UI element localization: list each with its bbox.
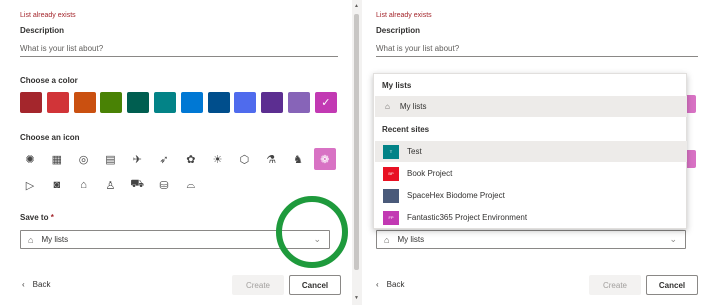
description-label: Description bbox=[376, 26, 421, 35]
color-swatch[interactable] bbox=[73, 92, 96, 113]
recent-sites-header: Recent sites bbox=[382, 125, 430, 134]
car-icon[interactable]: ⛟ bbox=[126, 174, 148, 196]
color-label: Choose a color bbox=[20, 76, 78, 85]
color-swatch[interactable] bbox=[127, 92, 150, 113]
description-input[interactable]: What is your list about? bbox=[376, 42, 698, 57]
home-icon: ⌂ bbox=[385, 102, 390, 111]
site-logo-icon: BP bbox=[383, 166, 399, 181]
chevron-left-icon: ‹ bbox=[376, 280, 379, 289]
create-button[interactable]: Create bbox=[589, 275, 641, 295]
clipboard-icon[interactable]: ▤ bbox=[99, 148, 121, 170]
bug-icon[interactable]: ✺ bbox=[19, 148, 41, 170]
play-icon[interactable]: ▷ bbox=[19, 174, 41, 196]
bank-icon[interactable]: ⌂ bbox=[73, 174, 95, 196]
site-logo-icon: FP bbox=[383, 210, 399, 225]
menu-item-site[interactable]: SpaceHex Biodome Project bbox=[375, 185, 687, 206]
color-swatch[interactable]: ✓ bbox=[314, 92, 337, 113]
cube-icon[interactable]: ⬡ bbox=[233, 148, 255, 170]
palette-icon[interactable]: ✿ bbox=[180, 148, 202, 170]
camera-icon[interactable]: ◙ bbox=[46, 174, 68, 196]
highlight-circle bbox=[276, 196, 348, 268]
scrollbar-thumb[interactable] bbox=[354, 14, 359, 270]
create-button[interactable]: Create bbox=[232, 275, 284, 295]
menu-item-site[interactable]: T Test bbox=[375, 141, 687, 162]
color-swatch[interactable] bbox=[154, 92, 176, 113]
piggy-bank-icon[interactable]: ❁ bbox=[313, 148, 336, 170]
back-button[interactable]: ‹ Back bbox=[22, 280, 50, 289]
site-logo-icon bbox=[383, 188, 399, 203]
color-swatch[interactable] bbox=[234, 92, 257, 113]
cancel-button[interactable]: Cancel bbox=[646, 275, 698, 295]
color-swatch[interactable] bbox=[180, 92, 203, 113]
site-name: Test bbox=[407, 147, 422, 156]
back-button[interactable]: ‹ Back bbox=[376, 280, 404, 289]
site-name: SpaceHex Biodome Project bbox=[407, 191, 505, 200]
save-to-dropdown[interactable]: ⌂ My lists ⌄ bbox=[376, 230, 686, 249]
scrollbar[interactable]: ▲ ▼ bbox=[352, 0, 362, 305]
menu-item-my-lists[interactable]: ⌂ My lists bbox=[375, 96, 687, 117]
calendar-icon[interactable]: ▦ bbox=[46, 148, 68, 170]
menu-item-site[interactable]: BP Book Project bbox=[375, 163, 687, 184]
save-to-menu: My lists ⌂ My lists Recent sites T Test BP… bbox=[373, 73, 687, 229]
home-icon: ⌂ bbox=[28, 234, 34, 245]
color-swatch[interactable] bbox=[46, 92, 69, 113]
lightbulb-icon[interactable]: ☀ bbox=[207, 148, 229, 170]
flask-icon[interactable]: ⚗ bbox=[260, 148, 282, 170]
description-label: Description bbox=[20, 26, 65, 35]
site-name: Book Project bbox=[407, 169, 453, 178]
back-label: Back bbox=[386, 280, 405, 289]
menu-item-site[interactable]: FP Fantastic365 Project Environment bbox=[375, 207, 687, 228]
cake-icon[interactable]: ⌓ bbox=[180, 174, 202, 196]
save-to-value: My lists bbox=[41, 235, 69, 244]
menu-item-label: My lists bbox=[399, 102, 427, 111]
required-marker: * bbox=[50, 213, 54, 222]
color-swatch[interactable] bbox=[100, 92, 123, 113]
chevron-down-icon: ⌄ bbox=[669, 234, 677, 244]
scroll-up-arrow[interactable]: ▲ bbox=[354, 3, 359, 9]
back-label: Back bbox=[32, 280, 51, 289]
icon-label: Choose an icon bbox=[20, 133, 80, 142]
site-name: Fantastic365 Project Environment bbox=[407, 213, 528, 222]
chevron-left-icon: ‹ bbox=[22, 280, 25, 289]
home-icon: ⌂ bbox=[384, 234, 390, 245]
error-message: List already exists bbox=[20, 12, 76, 19]
rocket-icon[interactable]: ➶ bbox=[153, 148, 175, 170]
my-lists-header: My lists bbox=[382, 81, 412, 90]
cart-icon[interactable]: ⛁ bbox=[153, 174, 175, 196]
person-icon[interactable]: ♙ bbox=[99, 174, 121, 196]
scroll-down-arrow[interactable]: ▼ bbox=[354, 295, 359, 301]
robot-icon[interactable]: ♞ bbox=[287, 148, 309, 170]
color-swatch[interactable] bbox=[207, 92, 230, 113]
site-logo-icon: T bbox=[383, 144, 399, 159]
error-message: List already exists bbox=[376, 12, 432, 19]
color-swatch[interactable] bbox=[20, 92, 42, 113]
save-to-label: Save to * bbox=[20, 213, 54, 222]
cancel-button[interactable]: Cancel bbox=[289, 275, 341, 295]
color-swatch[interactable] bbox=[261, 92, 284, 113]
description-input[interactable]: What is your list about? bbox=[20, 42, 338, 57]
target-icon[interactable]: ◎ bbox=[73, 148, 95, 170]
plane-icon[interactable]: ✈ bbox=[126, 148, 148, 170]
color-swatch[interactable] bbox=[288, 92, 310, 113]
save-to-value: My lists bbox=[397, 235, 425, 244]
